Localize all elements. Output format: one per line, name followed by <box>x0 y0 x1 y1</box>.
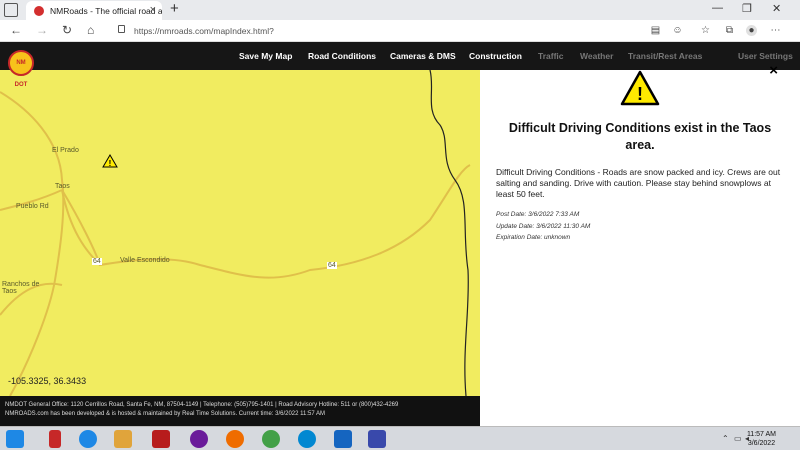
edge-active-icon[interactable] <box>298 430 316 448</box>
word-icon[interactable] <box>334 430 352 448</box>
road-shield: 64 <box>327 262 337 269</box>
more-icon[interactable]: ⋯ <box>770 25 781 36</box>
favicon-icon <box>34 6 44 16</box>
map-label: El Prado <box>52 147 79 154</box>
nav-user-settings[interactable]: User Settings <box>738 51 793 61</box>
refresh-icon[interactable]: ↻ <box>62 23 72 37</box>
taskbar-clock[interactable]: 11:57 AM 3/6/2022 <box>747 430 776 448</box>
nav-transit-rest-areas[interactable]: Transit/Rest Areas <box>628 51 702 61</box>
nav-traffic[interactable]: Traffic <box>538 51 564 61</box>
post-date: Post Date: 3/6/2022 7:33 AM <box>496 211 580 218</box>
expiration-date: Expiration Date: unknown <box>496 234 571 241</box>
browser-tab[interactable]: NMRoads - The official road adv × <box>26 1 162 20</box>
app-icon[interactable] <box>368 430 386 448</box>
close-icon[interactable]: × <box>769 62 778 79</box>
home-icon[interactable]: ⌂ <box>87 23 94 37</box>
alert-panel: × ! Difficult Driving Conditions exist i… <box>480 62 800 426</box>
tab-actions-icon[interactable] <box>4 3 18 17</box>
map-coordinates: -105.3325, 36.3433 <box>8 376 87 386</box>
tab-title: NMRoads - The official road adv <box>50 6 162 16</box>
start-icon[interactable] <box>6 430 24 448</box>
profile-icon[interactable]: ● <box>746 25 757 36</box>
nav-construction[interactable]: Construction <box>469 51 522 61</box>
favorites-icon[interactable]: ☆ <box>700 25 711 36</box>
nav-weather[interactable]: Weather <box>580 51 613 61</box>
clock-time: 11:57 AM <box>746 431 776 438</box>
back-icon[interactable]: ← <box>10 23 22 37</box>
maximize-icon[interactable]: ❐ <box>742 2 752 15</box>
map-label: Valle Escondido <box>120 257 170 264</box>
new-tab-icon[interactable]: + <box>170 0 179 17</box>
collections-icon[interactable]: ⧉ <box>724 25 735 36</box>
address-bar: ← → ↻ ⌂ https://nmroads.com/mapIndex.htm… <box>0 20 800 42</box>
nmdot-logo[interactable]: NM DOT <box>8 50 34 88</box>
edge-icon[interactable] <box>79 430 97 448</box>
map-label: Pueblo Rd <box>16 203 49 210</box>
reader-icon[interactable]: ▤ <box>650 25 661 36</box>
windows-taskbar: ⌃ ▭ ◂ 11:57 AM 3/6/2022 <box>0 426 800 450</box>
map-label: Taos <box>55 183 70 190</box>
warning-icon: ! <box>620 70 660 106</box>
nav-save-my-map[interactable]: Save My Map <box>239 51 292 61</box>
network-icon[interactable]: ▭ <box>734 434 742 443</box>
road-shield: 64 <box>92 258 102 265</box>
app-icon[interactable] <box>152 430 170 448</box>
nav-cameras-dms[interactable]: Cameras & DMS <box>390 51 456 61</box>
chrome-icon[interactable] <box>262 430 280 448</box>
tray-up-icon[interactable]: ⌃ <box>722 434 729 443</box>
minimize-icon[interactable]: — <box>712 2 723 14</box>
map-warning-marker: ! <box>102 154 118 168</box>
alert-description: Difficult Driving Conditions - Roads are… <box>496 167 781 199</box>
tracking-icon[interactable]: ☺ <box>672 25 683 36</box>
browser-tab-strip: NMRoads - The official road adv × + — ❐ … <box>0 0 800 20</box>
svg-text:!: ! <box>637 84 643 104</box>
svg-text:!: ! <box>109 159 112 168</box>
clock-date: 3/6/2022 <box>747 440 776 447</box>
map-label: Ranchos de Taos <box>2 281 40 295</box>
update-date: Update Date: 3/6/2022 11:30 AM <box>496 223 591 230</box>
app-icon[interactable] <box>190 430 208 448</box>
forward-icon[interactable]: → <box>36 23 48 37</box>
url-field[interactable]: https://nmroads.com/mapIndex.html? <box>108 22 638 40</box>
alert-title: Difficult Driving Conditions exist in th… <box>508 121 772 152</box>
nav-road-conditions[interactable]: Road Conditions <box>308 51 376 61</box>
firefox-icon[interactable] <box>226 430 244 448</box>
tab-close-icon[interactable]: × <box>150 4 156 16</box>
pin-icon[interactable] <box>49 430 61 448</box>
window-close-icon[interactable]: ✕ <box>772 2 781 15</box>
file-explorer-icon[interactable] <box>114 430 132 448</box>
